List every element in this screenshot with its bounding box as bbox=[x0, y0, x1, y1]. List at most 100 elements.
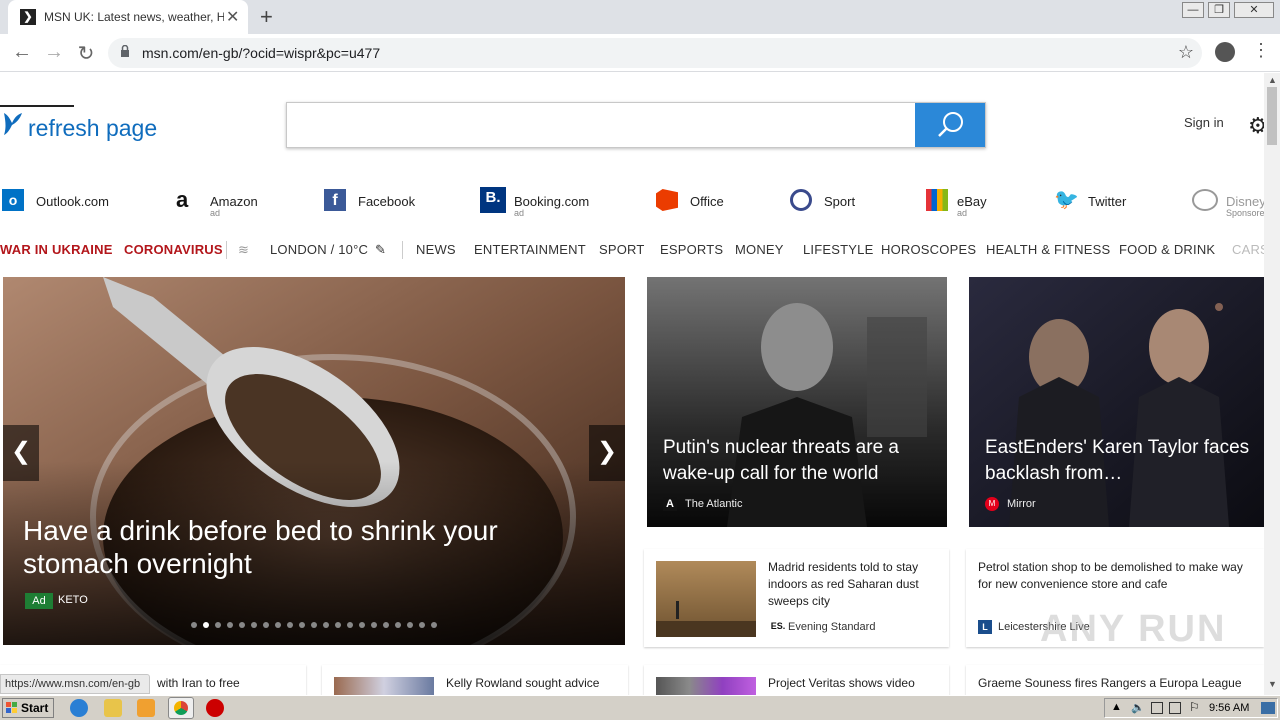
ad-label: ad bbox=[957, 208, 968, 218]
nav-lifestyle[interactable]: LIFESTYLE bbox=[803, 242, 873, 257]
tab-close-icon[interactable]: ✕ bbox=[226, 7, 239, 27]
quick-link-label: Twitter bbox=[1088, 194, 1127, 209]
display-icon[interactable] bbox=[1169, 702, 1181, 714]
browser-tab[interactable]: ❯ MSN UK: Latest news, weather, Hot ✕ bbox=[8, 0, 248, 34]
nav-health-fitness[interactable]: HEALTH & FITNESS bbox=[986, 242, 1110, 257]
quick-link-label: eBay bbox=[957, 194, 987, 209]
carousel-dot[interactable] bbox=[227, 622, 233, 628]
windows-flag-icon bbox=[6, 702, 17, 713]
scroll-up-icon[interactable]: ▲ bbox=[1268, 75, 1277, 85]
news-card[interactable]: Putin's nuclear threats are a wake-up ca… bbox=[647, 277, 947, 527]
carousel-dot[interactable] bbox=[251, 622, 257, 628]
news-card[interactable]: EastEnders' Karen Taylor faces backlash … bbox=[969, 277, 1264, 527]
carousel-next-icon[interactable]: ❯ bbox=[589, 425, 625, 481]
lock-icon bbox=[121, 45, 129, 57]
carousel-dot[interactable] bbox=[323, 622, 329, 628]
windows-taskbar: Start ▲ 🔈 ⚐ 9:56 AM bbox=[0, 695, 1280, 720]
flag-icon[interactable]: ⚐ bbox=[1189, 700, 1200, 714]
project-veritas-photo bbox=[656, 677, 756, 695]
hero-headline[interactable]: Have a drink before bed to shrink your s… bbox=[23, 514, 583, 580]
nav-money[interactable]: MONEY bbox=[735, 242, 784, 257]
volume-icon[interactable]: 🔈 bbox=[1131, 701, 1145, 714]
ad-label: Sponsore bbox=[1226, 208, 1264, 218]
nav-weather[interactable]: LONDON / 10°C bbox=[270, 242, 368, 257]
msn-butterfly-icon bbox=[4, 113, 22, 135]
tray-expand-icon[interactable]: ▲ bbox=[1111, 701, 1122, 713]
page-scrollbar[interactable]: ▲ ▼ bbox=[1264, 73, 1280, 695]
restore-button[interactable]: ❐ bbox=[1208, 2, 1230, 18]
nav-war-in-ukraine[interactable]: WAR IN UKRAINE bbox=[0, 242, 113, 257]
news-card-small[interactable]: Graeme Souness fires Rangers a Europa Le… bbox=[966, 665, 1264, 695]
nav-sport[interactable]: SPORT bbox=[599, 242, 645, 257]
carousel-dot[interactable] bbox=[359, 622, 365, 628]
chrome-icon bbox=[174, 701, 188, 715]
carousel-dot[interactable] bbox=[191, 622, 197, 628]
browser-menu-icon[interactable]: ⋮ bbox=[1252, 40, 1270, 61]
carousel-dot[interactable] bbox=[299, 622, 305, 628]
opera-icon[interactable] bbox=[206, 699, 224, 717]
reload-icon[interactable]: ↻ bbox=[74, 41, 98, 66]
category-nav: WAR IN UKRAINE CORONAVIRUS ≋ LONDON / 10… bbox=[0, 233, 1264, 265]
carousel-dot[interactable] bbox=[347, 622, 353, 628]
carousel-dot[interactable] bbox=[215, 622, 221, 628]
start-button[interactable]: Start bbox=[2, 698, 54, 718]
minimize-button[interactable]: — bbox=[1182, 2, 1204, 18]
account-icon[interactable] bbox=[1215, 42, 1235, 62]
news-card-small[interactable]: Madrid residents told to stay indoors as… bbox=[644, 549, 949, 647]
carousel-dot[interactable] bbox=[203, 622, 209, 628]
search-button[interactable] bbox=[915, 103, 985, 147]
close-window-button[interactable]: ✕ bbox=[1234, 2, 1274, 18]
internet-explorer-icon[interactable] bbox=[70, 699, 88, 717]
ad-badge: Ad bbox=[25, 593, 53, 609]
edit-pencil-icon[interactable]: ✎ bbox=[375, 242, 386, 258]
booking-icon: B. bbox=[480, 187, 506, 213]
carousel-dot[interactable] bbox=[383, 622, 389, 628]
carousel-dot[interactable] bbox=[311, 622, 317, 628]
chrome-taskbar-button[interactable] bbox=[168, 697, 194, 719]
quick-link-label: Disney bbox=[1226, 194, 1264, 209]
nav-news[interactable]: NEWS bbox=[416, 242, 456, 257]
anyrun-watermark: ANY RUN bbox=[1040, 608, 1227, 650]
search-box[interactable] bbox=[286, 102, 986, 148]
nav-cars[interactable]: CARS bbox=[1232, 242, 1264, 257]
back-arrow-icon[interactable]: ← bbox=[10, 41, 34, 64]
carousel-dot[interactable] bbox=[239, 622, 245, 628]
kelly-rowland-photo bbox=[334, 677, 434, 695]
news-card-small[interactable]: Project Veritas shows video bbox=[644, 665, 949, 695]
carousel-prev-icon[interactable]: ❮ bbox=[3, 425, 39, 481]
carousel-dot[interactable] bbox=[275, 622, 281, 628]
nav-horoscopes[interactable]: HOROSCOPES bbox=[881, 242, 976, 257]
settings-gear-icon[interactable]: ⚙ bbox=[1248, 113, 1264, 139]
carousel-dot[interactable] bbox=[263, 622, 269, 628]
sign-in-link[interactable]: Sign in bbox=[1184, 115, 1224, 130]
nav-entertainment[interactable]: ENTERTAINMENT bbox=[474, 242, 586, 257]
carousel-dot[interactable] bbox=[335, 622, 341, 628]
card-source: The Atlantic bbox=[685, 498, 743, 510]
new-tab-button[interactable]: + bbox=[260, 4, 273, 30]
address-bar[interactable]: msn.com/en-gb/?ocid=wispr&pc=u477 ☆ bbox=[108, 38, 1202, 68]
url-text: msn.com/en-gb/?ocid=wispr&pc=u477 bbox=[142, 45, 381, 61]
card-title: Project Veritas shows video bbox=[768, 676, 915, 690]
quick-link-label: Sport bbox=[824, 194, 856, 209]
carousel-dot[interactable] bbox=[371, 622, 377, 628]
file-explorer-icon[interactable] bbox=[104, 699, 122, 717]
carousel-dot[interactable] bbox=[431, 622, 437, 628]
carousel-dot[interactable] bbox=[419, 622, 425, 628]
carousel-dot[interactable] bbox=[287, 622, 293, 628]
nav-esports[interactable]: ESPORTS bbox=[660, 242, 723, 257]
media-player-icon[interactable] bbox=[137, 699, 155, 717]
hero-carousel[interactable]: ❮ ❯ Have a drink before bed to shrink yo… bbox=[3, 277, 625, 645]
carousel-dot[interactable] bbox=[395, 622, 401, 628]
news-card-small[interactable]: Kelly Rowland sought advice bbox=[322, 665, 628, 695]
show-desktop-icon[interactable] bbox=[1261, 702, 1275, 714]
network-icon[interactable] bbox=[1151, 702, 1163, 714]
scroll-down-icon[interactable]: ▼ bbox=[1268, 679, 1277, 689]
scrollbar-thumb[interactable] bbox=[1267, 87, 1277, 145]
hero-image bbox=[3, 277, 625, 645]
carousel-dot[interactable] bbox=[407, 622, 413, 628]
ad-label: ad bbox=[514, 208, 525, 218]
nav-coronavirus[interactable]: CORONAVIRUS bbox=[124, 242, 223, 257]
bookmark-star-icon[interactable]: ☆ bbox=[1178, 42, 1194, 63]
nav-food-drink[interactable]: FOOD & DRINK bbox=[1119, 242, 1215, 257]
forward-arrow-icon[interactable]: → bbox=[42, 41, 66, 64]
